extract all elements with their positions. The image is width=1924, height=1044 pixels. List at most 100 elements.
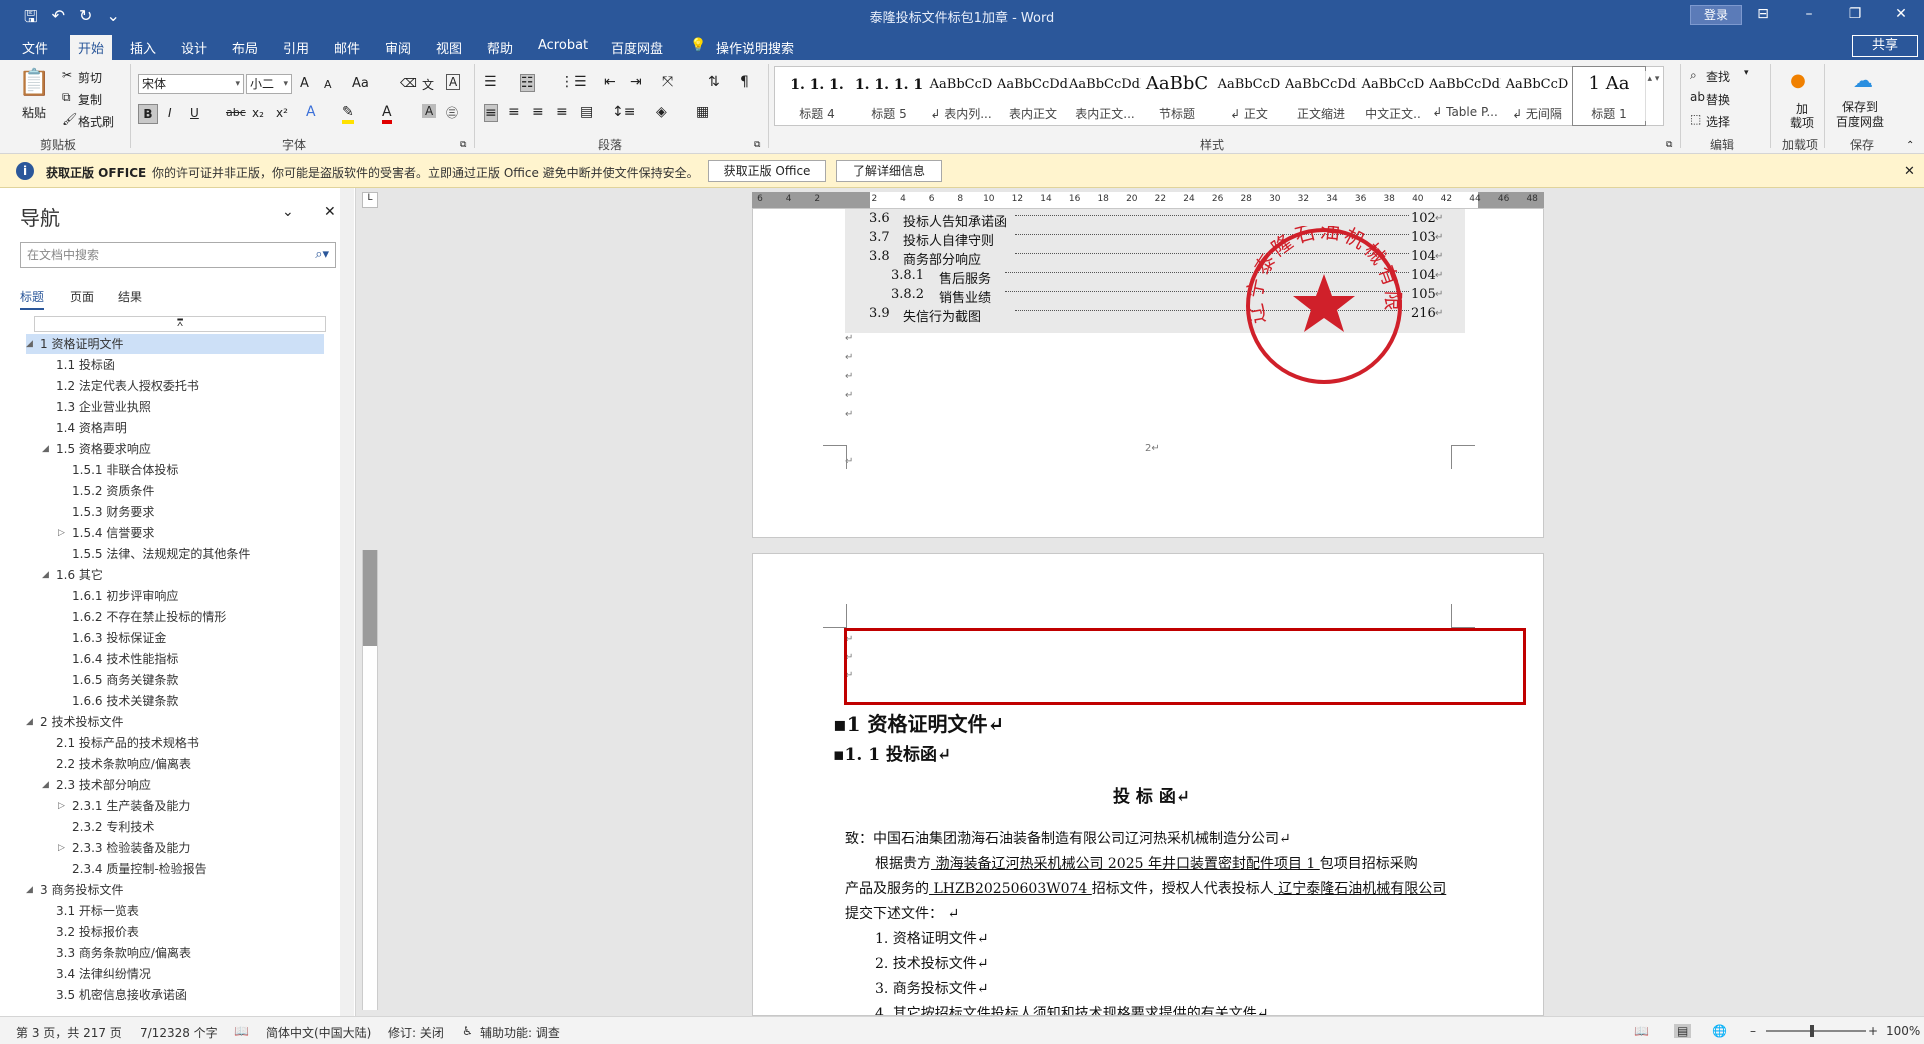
style-item[interactable]: 1 Aa 标题 1 bbox=[1572, 66, 1646, 126]
outline-item[interactable]: 1.1 投标函 bbox=[26, 355, 324, 375]
select-button[interactable]: 选择 bbox=[1706, 113, 1730, 130]
char-shading-icon[interactable]: A bbox=[422, 104, 437, 118]
collapse-icon[interactable]: ◢ bbox=[26, 334, 33, 354]
style-item[interactable]: AaBbC 节标题 bbox=[1141, 67, 1213, 125]
style-item[interactable]: AaBbCcD ↲ 无间隔 bbox=[1501, 67, 1573, 125]
style-item[interactable]: AaBbCcD ↲ 正文 bbox=[1213, 67, 1285, 125]
chinese-layout-icon[interactable]: ⤧ bbox=[662, 74, 673, 90]
nav-options-icon[interactable]: ⌄ bbox=[282, 204, 294, 220]
outline-item[interactable]: 1.5.2 资质条件 bbox=[26, 481, 324, 501]
style-item[interactable]: AaBbCcD ↲ 表内列... bbox=[925, 67, 997, 125]
sort-icon[interactable]: ⇅ bbox=[708, 74, 720, 90]
expand-icon[interactable]: ▷ bbox=[58, 523, 65, 543]
outline-item[interactable]: 1.6.4 技术性能指标 bbox=[26, 649, 324, 669]
nav-tab-headings[interactable]: 标题 bbox=[20, 288, 45, 310]
outline-item[interactable]: ▷ 1.5.4 信誉要求 bbox=[26, 523, 324, 543]
toc-entry[interactable]: 售后服务 bbox=[939, 268, 991, 287]
outline-item[interactable]: 1.6.1 初步评审响应 bbox=[26, 586, 324, 606]
outline-item[interactable]: 1.5.5 法律、法规规定的其他条件 bbox=[26, 544, 324, 564]
styles-more-icon[interactable]: ▴ ▾ bbox=[1645, 71, 1661, 121]
heading-2[interactable]: ▪1. 1 投标函↵ bbox=[833, 740, 951, 765]
outline-item[interactable]: 1.6.3 投标保证金 bbox=[26, 628, 324, 648]
outline-item[interactable]: ◢ 3 商务投标文件 bbox=[26, 880, 324, 900]
outline-item[interactable]: 1.4 资格声明 bbox=[26, 418, 324, 438]
tab-help[interactable]: 帮助 bbox=[487, 38, 513, 57]
replace-icon[interactable]: ab bbox=[1690, 90, 1705, 104]
web-layout-icon[interactable]: 🌐 bbox=[1712, 1024, 1727, 1038]
addins-icon[interactable]: ● bbox=[1784, 70, 1812, 91]
close-window-icon[interactable]: ✕ bbox=[1878, 0, 1924, 32]
copy-button[interactable]: 复制 bbox=[78, 91, 102, 108]
collapse-icon[interactable]: ◢ bbox=[42, 775, 49, 795]
distributed-icon[interactable]: ▤ bbox=[580, 104, 593, 120]
tab-mailings[interactable]: 邮件 bbox=[334, 38, 360, 57]
tab-review[interactable]: 审阅 bbox=[385, 38, 411, 57]
font-dialog-icon[interactable]: ⧉ bbox=[460, 140, 466, 150]
track-changes[interactable]: 修订: 关闭 bbox=[388, 1024, 444, 1041]
cut-button[interactable]: 剪切 bbox=[78, 69, 102, 86]
heading-1[interactable]: ▪1 资格证明文件↵ bbox=[833, 708, 1004, 737]
paste-icon[interactable]: 📋 bbox=[18, 68, 50, 98]
char-border-icon[interactable]: A bbox=[446, 74, 461, 90]
outline-item[interactable]: 3.2 投标报价表 bbox=[26, 922, 324, 942]
outline-item[interactable]: 3.3 商务条款响应/偏离表 bbox=[26, 943, 324, 963]
restore-icon[interactable]: ❐ bbox=[1832, 0, 1878, 32]
paste-button[interactable]: 粘贴 bbox=[22, 104, 46, 121]
outline-item[interactable]: ◢ 2.3 技术部分响应 bbox=[26, 775, 324, 795]
highlight-icon[interactable]: ✎ bbox=[342, 104, 354, 124]
text-effects-icon[interactable]: A bbox=[306, 104, 316, 120]
outline-item[interactable]: 2.2 技术条款响应/偏离表 bbox=[26, 754, 324, 774]
toc-entry[interactable]: 投标人告知承诺函 bbox=[903, 211, 1007, 230]
style-item[interactable]: AaBbCcD 中文正文.. bbox=[1357, 67, 1429, 125]
justify-icon[interactable]: ≡ bbox=[556, 104, 568, 120]
toc-entry[interactable]: 投标人自律守则 bbox=[903, 230, 994, 249]
tab-home[interactable]: 开始 bbox=[70, 35, 113, 60]
nav-search-input[interactable]: 在文档中搜索 ⌕▾ bbox=[20, 242, 336, 268]
nav-scrollbar[interactable] bbox=[340, 188, 354, 1016]
style-item[interactable]: 1. 1. 1. 标题 4 bbox=[781, 67, 853, 125]
close-message-icon[interactable]: ✕ bbox=[1904, 164, 1915, 179]
strikethrough-button[interactable]: abc bbox=[226, 106, 246, 119]
find-icon[interactable]: ⌕ bbox=[1690, 68, 1697, 83]
outline-item[interactable]: ▷ 2.3.1 生产装备及能力 bbox=[26, 796, 324, 816]
style-item[interactable]: AaBbCcDdI 表内正文 bbox=[997, 67, 1069, 125]
shading-icon[interactable]: ◈ bbox=[656, 104, 667, 120]
addins-button[interactable]: 加 载项 bbox=[1790, 102, 1814, 130]
outline-item[interactable]: 2.3.2 专利技术 bbox=[26, 817, 324, 837]
proofing-icon[interactable]: 📖 bbox=[234, 1024, 249, 1038]
numbering-icon[interactable]: ☷ bbox=[520, 74, 535, 92]
outline-item[interactable]: ▷ 2.3.3 检验装备及能力 bbox=[26, 838, 324, 858]
underline-button[interactable]: U bbox=[190, 106, 199, 120]
outline-item[interactable]: ◢ 1.5 资格要求响应 bbox=[26, 439, 324, 459]
grow-font-button[interactable]: A bbox=[300, 76, 309, 91]
minimize-icon[interactable]: – bbox=[1786, 0, 1832, 32]
search-icon[interactable]: ⌕▾ bbox=[315, 243, 329, 267]
style-item[interactable]: AaBbCcDdI 正文缩进 bbox=[1285, 67, 1357, 125]
collapse-icon[interactable]: ◢ bbox=[26, 880, 33, 900]
outline-item[interactable]: ◢ 1.6 其它 bbox=[26, 565, 324, 585]
collapse-icon[interactable]: ◢ bbox=[42, 565, 49, 585]
outline-item[interactable]: 1.5.3 财务要求 bbox=[26, 502, 324, 522]
change-case-button[interactable]: Aa bbox=[352, 76, 369, 91]
align-right-icon[interactable]: ≡ bbox=[532, 104, 544, 120]
tab-selector-icon[interactable]: L bbox=[362, 192, 378, 208]
tell-me-search[interactable]: 操作说明搜索 bbox=[716, 38, 794, 57]
share-button[interactable]: 共享 bbox=[1852, 35, 1918, 57]
borders-icon[interactable]: ▦ bbox=[696, 104, 709, 120]
toc-entry[interactable]: 失信行为截图 bbox=[903, 306, 981, 325]
outline-item[interactable]: 1.6.6 技术关键条款 bbox=[26, 691, 324, 711]
increase-indent-icon[interactable]: ⇥ bbox=[630, 74, 642, 90]
outline-item[interactable]: 1.6.5 商务关键条款 bbox=[26, 670, 324, 690]
select-icon[interactable]: ⬚ bbox=[1690, 112, 1701, 126]
chevron-down-icon[interactable]: ▾ bbox=[1744, 68, 1749, 78]
outline-item[interactable]: 1.3 企业营业执照 bbox=[26, 397, 324, 417]
outline-item[interactable]: 2.1 投标产品的技术规格书 bbox=[26, 733, 324, 753]
read-mode-icon[interactable]: 📖 bbox=[1634, 1024, 1649, 1038]
save-to-baidu-button[interactable]: 保存到 百度网盘 bbox=[1836, 100, 1884, 130]
outline-item[interactable]: 1.5.1 非联合体投标 bbox=[26, 460, 324, 480]
accessibility-icon[interactable]: ♿ bbox=[462, 1024, 473, 1038]
style-item[interactable]: AaBbCcDdI ↲ Table P... bbox=[1429, 67, 1501, 125]
collapse-icon[interactable]: ◢ bbox=[42, 439, 49, 459]
enclose-char-icon[interactable]: ㊂ bbox=[446, 104, 458, 121]
nav-close-icon[interactable]: ✕ bbox=[324, 204, 336, 220]
